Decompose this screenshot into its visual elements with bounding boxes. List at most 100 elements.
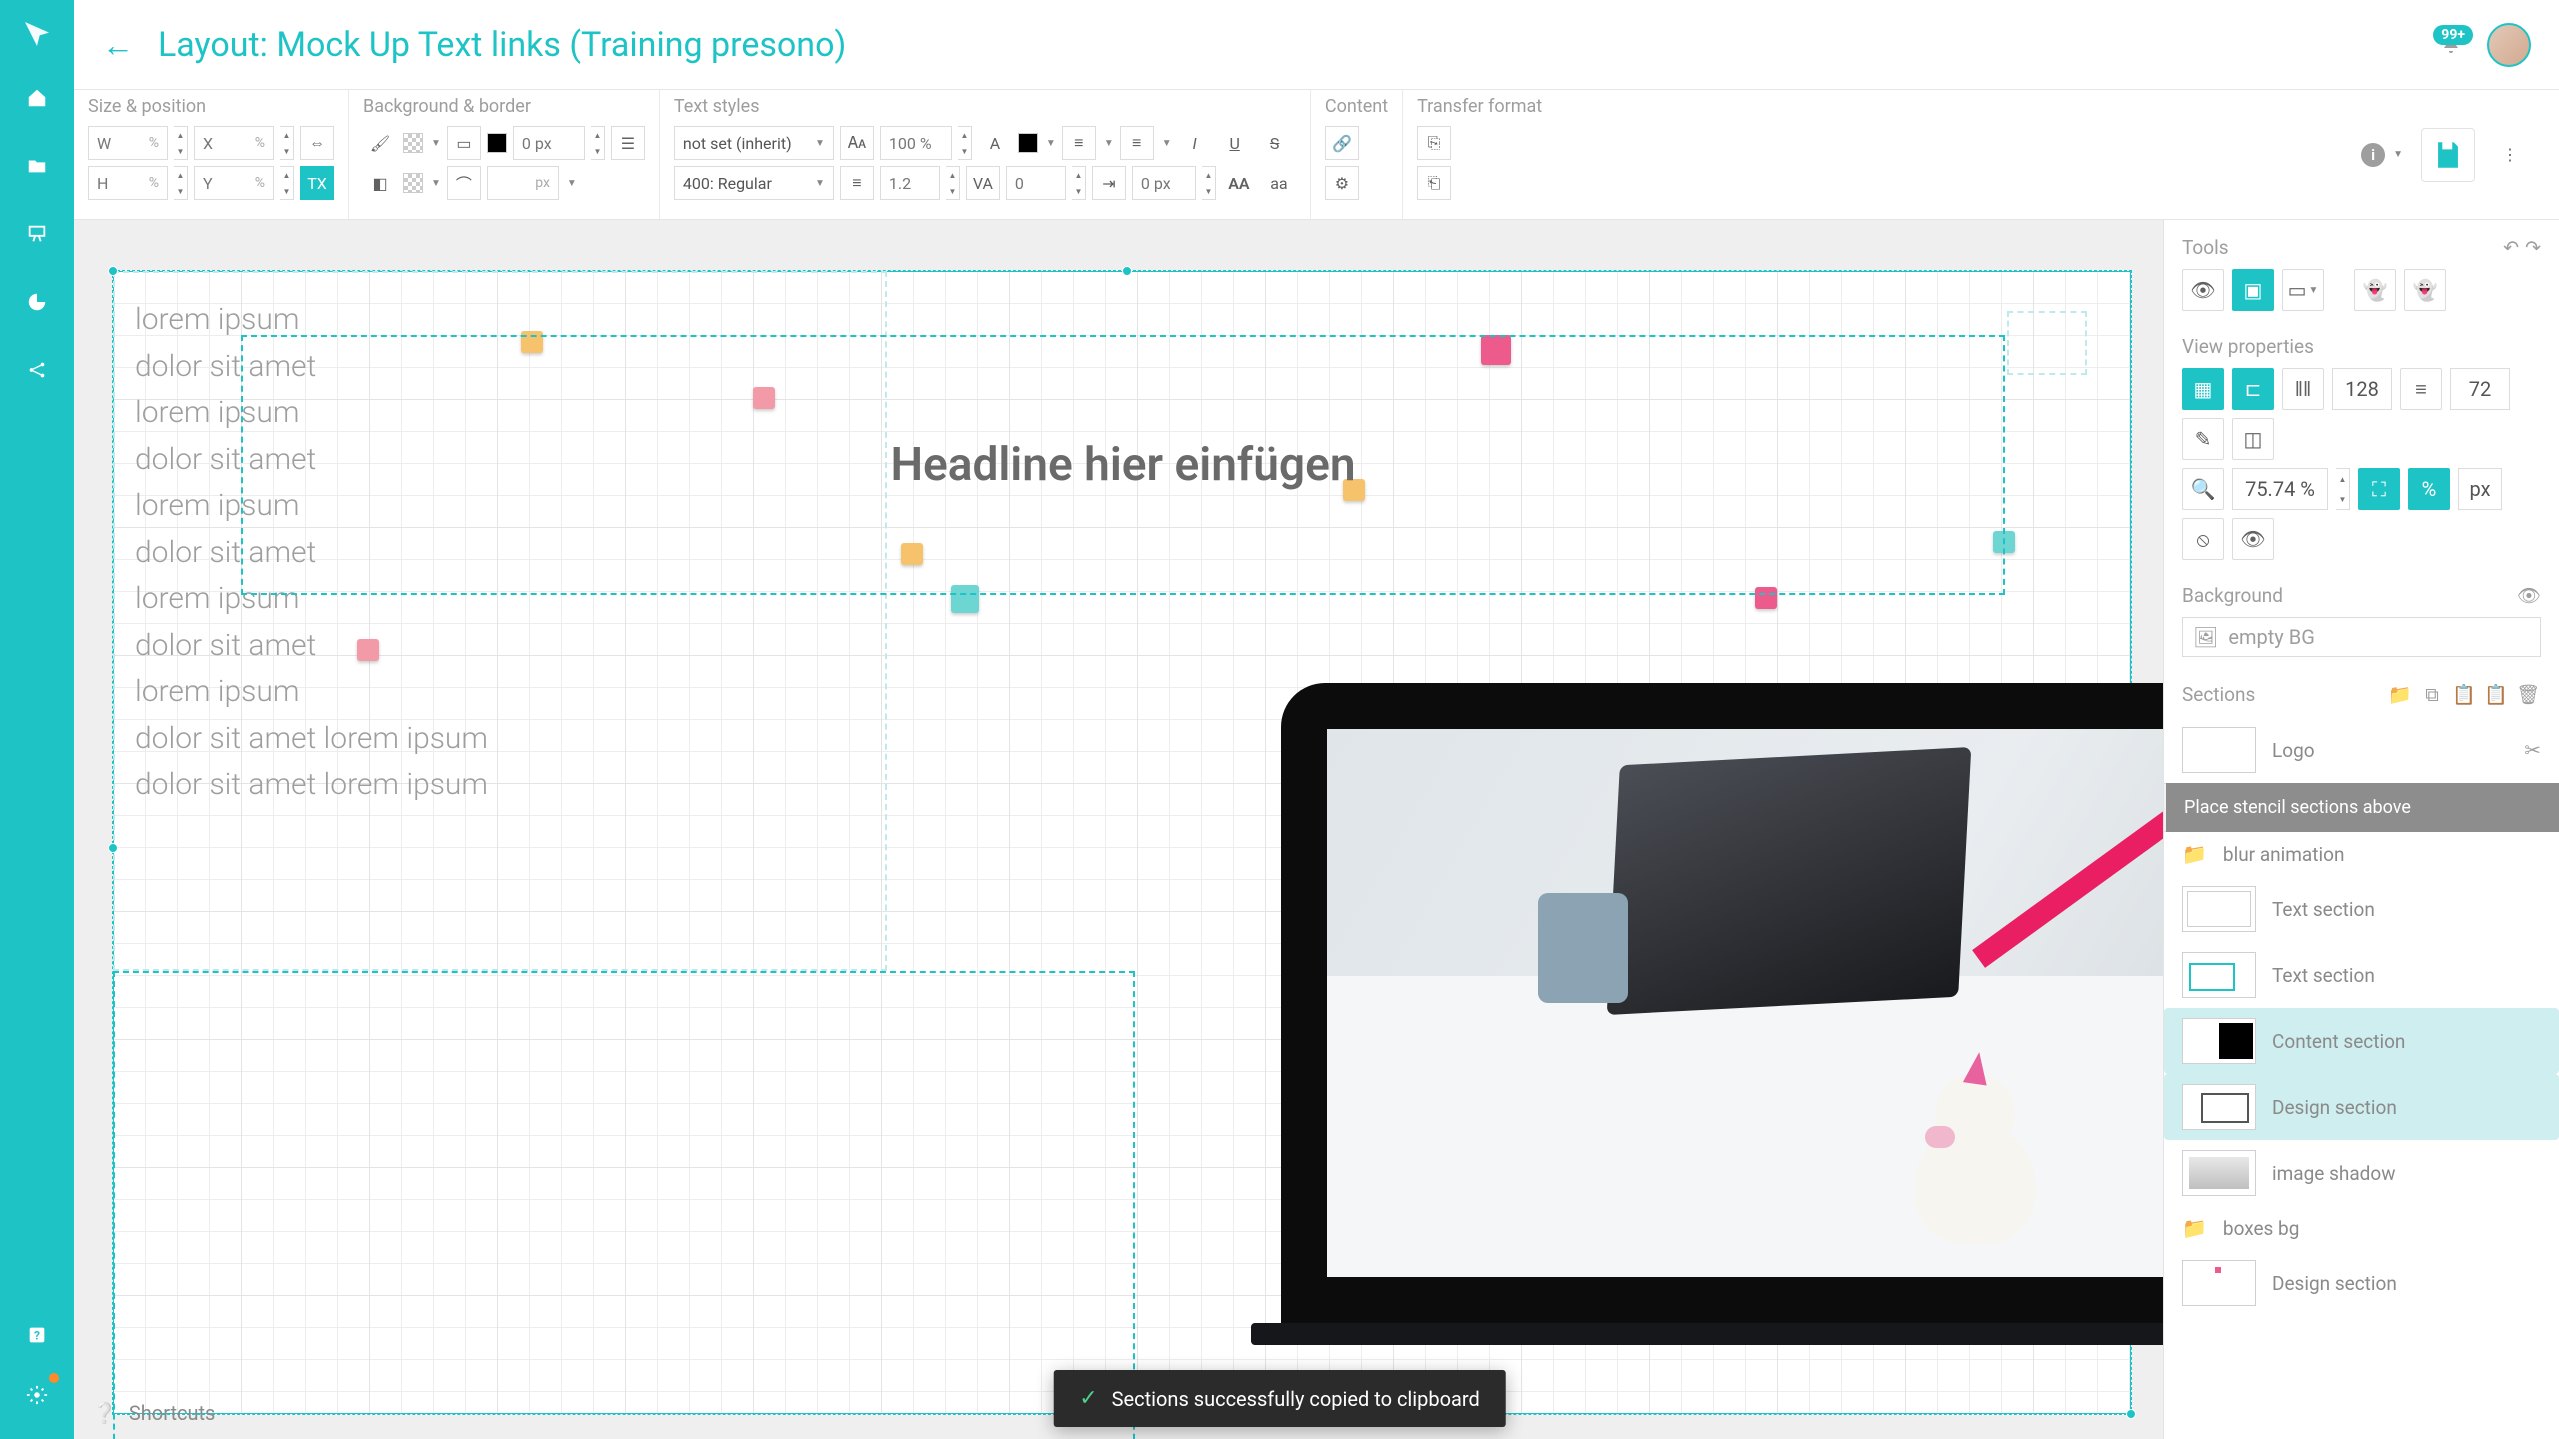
y-stepper[interactable]: ▲▼ bbox=[280, 166, 294, 200]
section-group[interactable]: 📁boxes bg bbox=[2164, 1206, 2559, 1250]
width-stepper[interactable]: ▲▼ bbox=[174, 126, 188, 160]
columns-icon[interactable]: ‖‖ bbox=[2282, 368, 2324, 410]
text-color-icon[interactable]: A bbox=[978, 126, 1012, 160]
x-stepper[interactable]: ▲▼ bbox=[280, 126, 294, 160]
lowercase-icon[interactable]: aa bbox=[1262, 166, 1296, 200]
visibility-icon[interactable]: 👁 bbox=[2232, 518, 2274, 560]
y-input[interactable]: Y% bbox=[194, 166, 274, 200]
border-style-icon[interactable]: ▭ bbox=[447, 126, 481, 160]
link-icon[interactable]: 🔗 bbox=[1325, 126, 1359, 160]
grid-rows-input[interactable]: 72 bbox=[2450, 368, 2510, 410]
radius-input[interactable]: px bbox=[487, 166, 559, 200]
undo-icon[interactable]: ↶ bbox=[2503, 236, 2519, 259]
sections-paste-out-icon[interactable]: 📋 bbox=[2483, 681, 2509, 707]
grid-cols-input[interactable]: 128 bbox=[2332, 368, 2392, 410]
border-advanced-icon[interactable]: ☰ bbox=[611, 126, 645, 160]
align-horizontal-icon[interactable]: ⇔ bbox=[300, 126, 334, 160]
nav-home[interactable] bbox=[17, 78, 57, 118]
guides-icon[interactable]: ◫ bbox=[2232, 418, 2274, 460]
align-v-icon[interactable]: ≡ bbox=[1120, 126, 1154, 160]
nav-settings[interactable] bbox=[17, 1375, 57, 1415]
underline-icon[interactable]: U bbox=[1218, 126, 1252, 160]
radius-icon[interactable]: ⌒ bbox=[447, 166, 481, 200]
nav-present[interactable] bbox=[17, 214, 57, 254]
font-size-icon[interactable]: 🗛 bbox=[840, 126, 874, 160]
nav-share[interactable] bbox=[17, 350, 57, 390]
fill-swatch[interactable] bbox=[403, 133, 423, 153]
copy-format-icon[interactable]: ⎘ bbox=[1417, 126, 1451, 160]
section-group[interactable]: 📁blur animation bbox=[2164, 832, 2559, 876]
text-color-swatch[interactable] bbox=[1018, 133, 1038, 153]
paste-format-icon[interactable]: ⎗ bbox=[1417, 166, 1451, 200]
edit-grid-icon[interactable]: ✎ bbox=[2182, 418, 2224, 460]
sections-delete-icon[interactable]: 🗑 bbox=[2515, 681, 2541, 707]
nav-analytics[interactable] bbox=[17, 282, 57, 322]
indent-input[interactable]: 0 px bbox=[1132, 166, 1196, 200]
shadow-swatch[interactable] bbox=[403, 173, 423, 193]
fill-icon[interactable]: 🖌 bbox=[363, 126, 397, 160]
height-stepper[interactable]: ▲▼ bbox=[174, 166, 188, 200]
x-input[interactable]: X% bbox=[194, 126, 274, 160]
stencil-collapse-tab[interactable]: ▶ bbox=[2163, 783, 2166, 832]
snap-toggle-icon[interactable]: ⊏ bbox=[2232, 368, 2274, 410]
user-avatar[interactable] bbox=[2487, 23, 2531, 67]
shadow-icon[interactable]: ◧ bbox=[363, 166, 397, 200]
height-input[interactable]: H% bbox=[88, 166, 168, 200]
section-item[interactable]: Logo✂ bbox=[2164, 717, 2559, 783]
sections-copy-icon[interactable]: ⧉ bbox=[2419, 681, 2445, 707]
nav-help[interactable]: ? bbox=[17, 1315, 57, 1355]
section-item[interactable]: Design section bbox=[2164, 1074, 2559, 1140]
ghost-b-icon[interactable]: 👻 bbox=[2404, 269, 2446, 311]
border-swatch[interactable] bbox=[487, 133, 507, 153]
back-button[interactable]: ← bbox=[102, 26, 134, 64]
width-input[interactable]: W% bbox=[88, 126, 168, 160]
strikethrough-icon[interactable]: S bbox=[1258, 126, 1292, 160]
line-height-input[interactable]: 1.2 bbox=[880, 166, 940, 200]
settings-icon[interactable]: ⚙ bbox=[1325, 166, 1359, 200]
uppercase-icon[interactable]: AA bbox=[1222, 166, 1256, 200]
unit-px[interactable]: px bbox=[2458, 468, 2502, 510]
notifications-button[interactable]: 99+ bbox=[2439, 33, 2463, 57]
border-width-input[interactable]: 0 px bbox=[513, 126, 585, 160]
section-item[interactable]: Text section bbox=[2164, 942, 2559, 1008]
content-section-selected[interactable] bbox=[113, 971, 1135, 1439]
italic-icon[interactable]: I bbox=[1178, 126, 1212, 160]
zoom-input[interactable]: 75.74 % bbox=[2232, 468, 2328, 510]
redo-icon[interactable]: ↷ bbox=[2525, 236, 2541, 259]
stencil-banner[interactable]: Place stencil sections above▶ bbox=[2164, 783, 2559, 832]
nav-files[interactable] bbox=[17, 146, 57, 186]
sections-folder-icon[interactable]: 📁 bbox=[2387, 681, 2413, 707]
font-size-input[interactable]: 100 % bbox=[880, 126, 952, 160]
fit-screen-icon[interactable]: ⛶ bbox=[2358, 468, 2400, 510]
zoom-search-icon[interactable]: 🔍 bbox=[2182, 468, 2224, 510]
letter-spacing-input[interactable]: 0 bbox=[1006, 166, 1066, 200]
preview-icon[interactable]: 👁 bbox=[2182, 269, 2224, 311]
align-h-icon[interactable]: ≡ bbox=[1062, 126, 1096, 160]
bg-visibility-icon[interactable]: 👁 bbox=[2517, 584, 2541, 607]
letter-spacing-icon[interactable]: VA bbox=[966, 166, 1000, 200]
grid-toggle-icon[interactable]: ▦ bbox=[2182, 368, 2224, 410]
rows-icon[interactable]: ≡ bbox=[2400, 368, 2442, 410]
slide[interactable]: Headline hier einfügen lorem ipsumdolor … bbox=[112, 270, 2132, 1415]
lock-view-icon[interactable]: ⦸ bbox=[2182, 518, 2224, 560]
crop-tool-icon[interactable]: ▣ bbox=[2232, 269, 2274, 311]
canvas[interactable]: Headline hier einfügen lorem ipsumdolor … bbox=[74, 220, 2163, 1439]
shortcuts-bar[interactable]: ❔ Shortcuts bbox=[74, 1387, 233, 1439]
logo-placeholder[interactable] bbox=[2007, 311, 2087, 375]
unit-percent-icon[interactable]: % bbox=[2408, 468, 2450, 510]
headline-section[interactable]: Headline hier einfügen bbox=[241, 335, 2005, 595]
info-button[interactable]: i▼ bbox=[2361, 143, 2403, 167]
frame-tool-icon[interactable]: ▭ ▼ bbox=[2282, 269, 2324, 311]
background-chip[interactable]: 🖼 empty BG bbox=[2182, 617, 2541, 657]
cut-icon[interactable]: ✂ bbox=[2524, 738, 2541, 762]
save-button[interactable] bbox=[2421, 128, 2475, 182]
line-height-icon[interactable]: ≡ bbox=[840, 166, 874, 200]
more-menu-icon[interactable]: ⋮ bbox=[2493, 138, 2527, 172]
section-item[interactable]: image shadow bbox=[2164, 1140, 2559, 1206]
section-item[interactable]: Text section bbox=[2164, 876, 2559, 942]
indent-icon[interactable]: ⇥ bbox=[1092, 166, 1126, 200]
section-item[interactable]: Design section bbox=[2164, 1250, 2559, 1316]
text-frame-toggle-icon[interactable]: TX bbox=[300, 166, 334, 200]
sections-paste-in-icon[interactable]: 📋 bbox=[2451, 681, 2477, 707]
font-weight-select[interactable]: 400: Regular▼ bbox=[674, 166, 834, 200]
